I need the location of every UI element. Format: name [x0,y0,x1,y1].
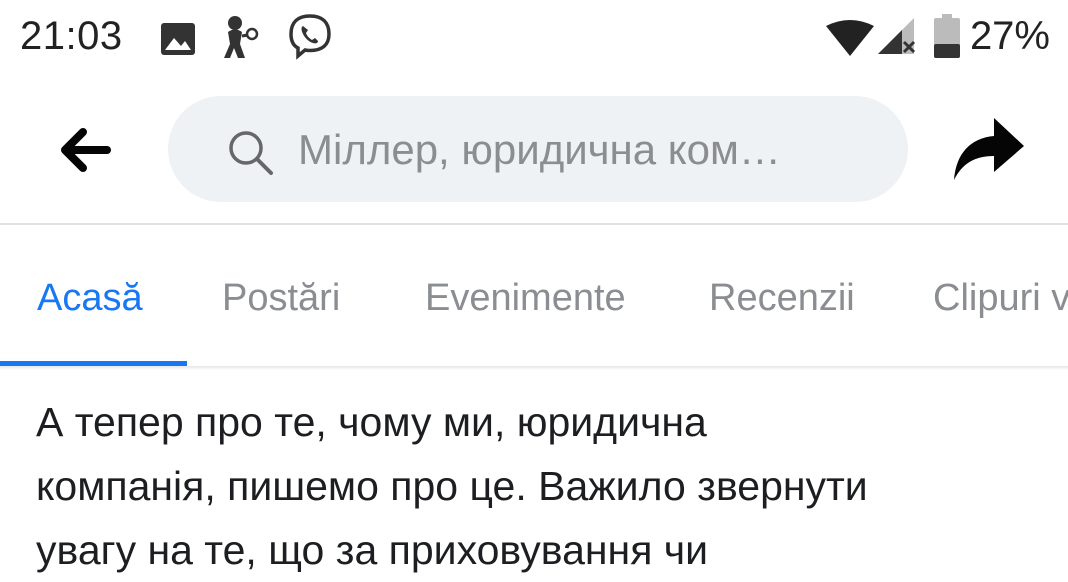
battery-icon [934,14,960,63]
post-text-line: А тепер про те, чому ми, юридична [36,399,707,445]
battery-percentage: 27% [969,14,1050,58]
image-icon [160,22,196,61]
search-input[interactable]: Міллер, юридична ком… [298,126,781,174]
tabs-divider [0,366,1068,370]
signal-icon [878,16,916,61]
header-bar: Міллер, юридична ком… [0,80,1068,224]
share-button[interactable] [950,114,1026,184]
figure-notification-icon [218,14,264,65]
tab-clipuri[interactable]: Clipuri v [933,277,1068,320]
viber-icon [286,12,334,65]
page-tabs: Acasă Postări Evenimente Recenzii Clipur… [0,225,1068,367]
back-button[interactable] [55,120,115,180]
tab-recenzii[interactable]: Recenzii [709,277,855,320]
status-time: 21:03 [20,14,123,58]
search-icon [229,131,273,175]
post-text-line: увагу на те, що за приховування чи [36,527,709,573]
status-bar: 21:03 27% [0,0,1068,80]
search-box[interactable]: Міллер, юридична ком… [168,96,908,202]
post-text-line: компанія, пишемо про це. Важило звернути [36,463,868,509]
wifi-icon [826,20,874,61]
tab-acasa[interactable]: Acasă [37,277,143,320]
back-arrow-icon [61,128,111,172]
tab-postari[interactable]: Postări [222,277,340,320]
share-icon [954,118,1024,180]
post-text: А тепер про те, чому ми, юридична компан… [36,390,1046,582]
tab-evenimente[interactable]: Evenimente [425,277,626,320]
